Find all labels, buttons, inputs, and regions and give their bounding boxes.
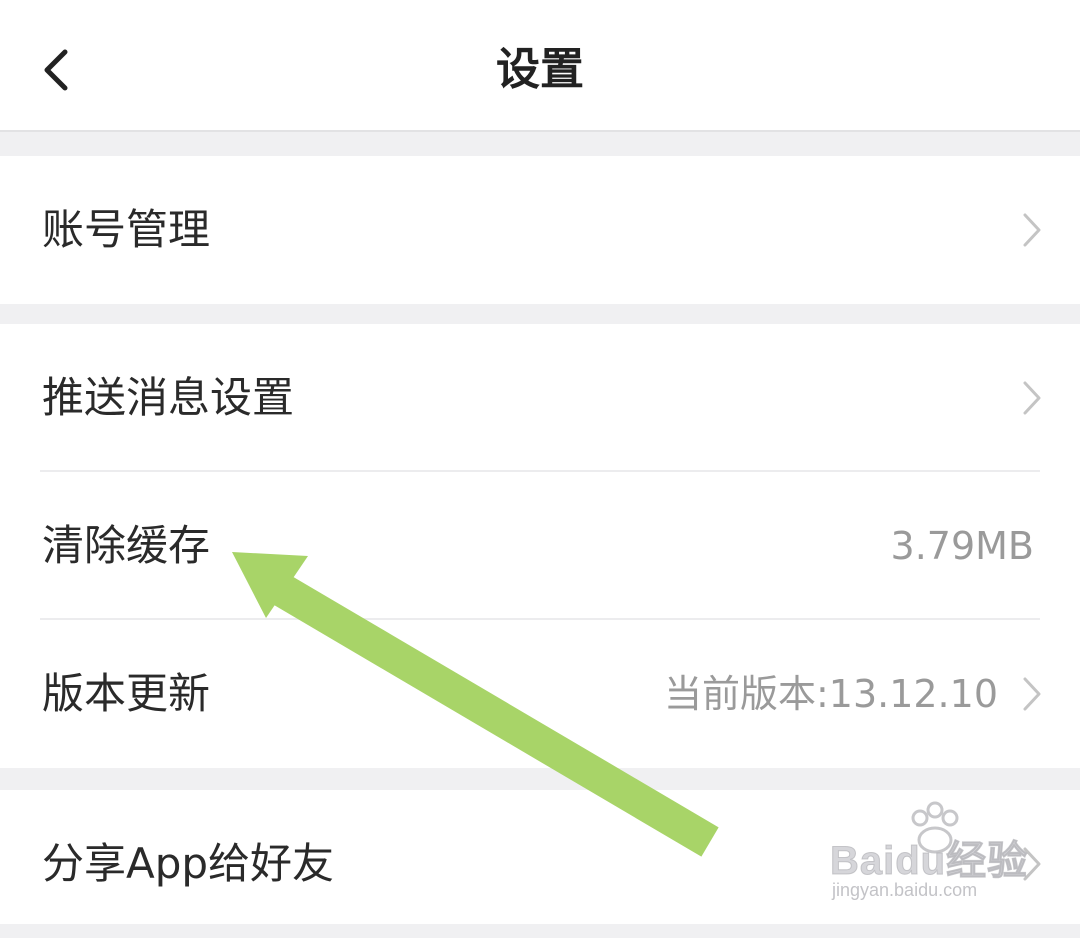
settings-item-clear-cache[interactable]: 清除缓存 3.79MB — [0, 472, 1080, 620]
settings-item-label: 账号管理 — [42, 205, 211, 254]
chevron-right-icon — [1023, 381, 1041, 415]
section-account: 账号管理 — [0, 156, 1080, 304]
section-general: 推送消息设置 清除缓存 3.79MB 版本更新 当前版本:13.12.10 — [0, 324, 1080, 768]
chevron-right-icon — [1023, 213, 1041, 247]
cache-size-value: 3.79MB — [890, 524, 1034, 568]
top-bar: 设置 — [0, 0, 1080, 132]
settings-item-push[interactable]: 推送消息设置 — [0, 324, 1080, 472]
chevron-right-icon — [1023, 847, 1041, 881]
settings-item-label: 版本更新 — [42, 669, 211, 718]
settings-item-label: 分享App给好友 — [42, 839, 335, 888]
settings-item-share-app[interactable]: 分享App给好友 — [0, 790, 1080, 938]
chevron-right-icon — [1023, 677, 1041, 711]
page-title: 设置 — [496, 44, 584, 95]
settings-item-label: 清除缓存 — [42, 521, 211, 570]
settings-item-version-update[interactable]: 版本更新 当前版本:13.12.10 — [0, 620, 1080, 768]
settings-item-label: 推送消息设置 — [42, 373, 295, 422]
section-share: 分享App给好友 — [0, 790, 1080, 924]
current-version-value: 当前版本:13.12.10 — [663, 672, 998, 716]
settings-item-account[interactable]: 账号管理 — [0, 156, 1080, 304]
